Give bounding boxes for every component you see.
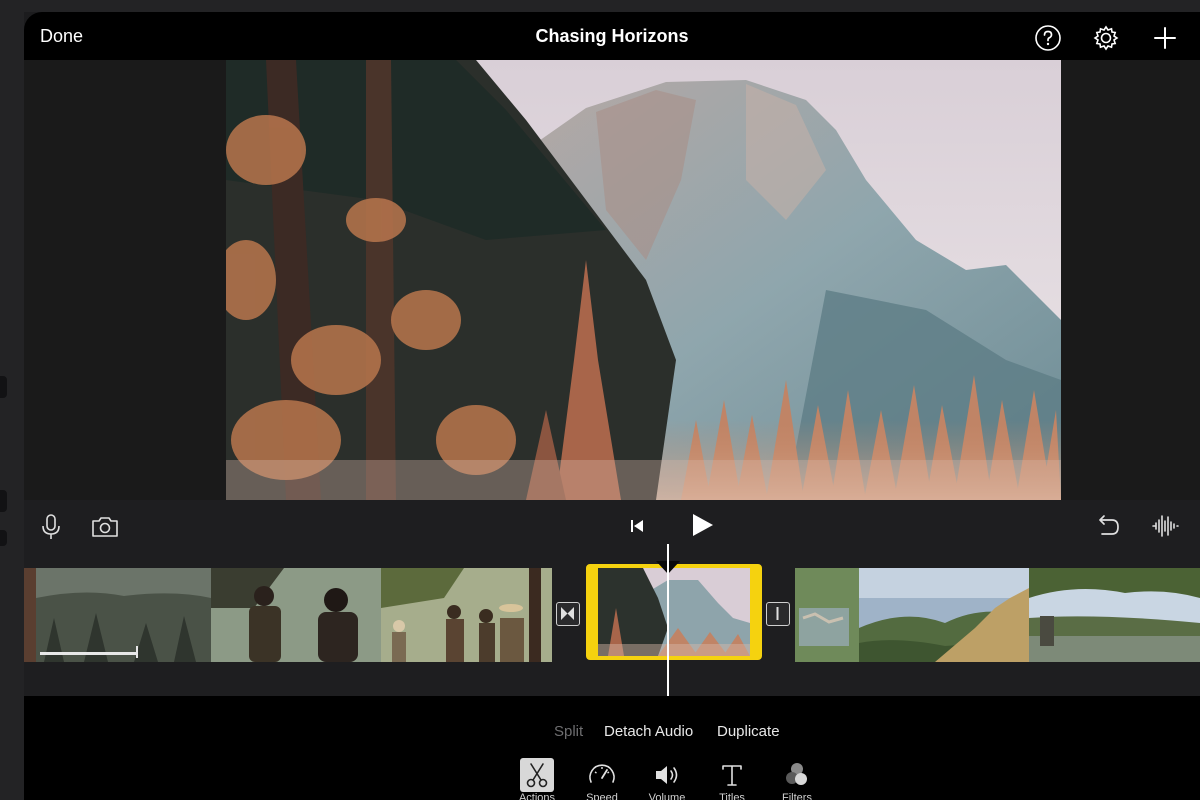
detach-audio-button[interactable]: Detach Audio [604, 723, 693, 740]
tab-volume[interactable]: Volume [639, 756, 695, 800]
bezel-button [0, 490, 7, 512]
tab-label: Volume [648, 792, 686, 800]
timeline-clip[interactable] [24, 568, 552, 662]
tab-filters[interactable]: Filters [769, 756, 825, 800]
selected-clip[interactable] [586, 564, 762, 660]
transition-icon[interactable] [556, 602, 580, 626]
timeline-toolbar [24, 500, 1200, 558]
bezel-button [0, 376, 7, 398]
timeline-clip[interactable] [795, 568, 1200, 662]
text-icon [715, 758, 749, 792]
transition-icon[interactable] [766, 602, 790, 626]
tab-label: Speed [586, 792, 618, 800]
tab-label: Actions [518, 792, 556, 800]
tab-label: Filters [782, 792, 812, 800]
camera-icon[interactable] [90, 512, 120, 542]
device-bezel-left [0, 0, 24, 800]
speedometer-icon [585, 758, 619, 792]
top-bar: Done Chasing Horizons [24, 12, 1200, 60]
device-bezel-top [0, 0, 1200, 12]
video-preview[interactable] [226, 60, 1061, 500]
viewer-area [24, 60, 1200, 500]
tab-titles[interactable]: Titles [704, 756, 760, 800]
speaker-icon [650, 758, 684, 792]
filters-icon [780, 758, 814, 792]
tab-label: Titles [719, 792, 745, 800]
actions-panel: Split Detach Audio Duplicate Actions Spe… [24, 696, 1200, 800]
settings-icon[interactable] [1092, 24, 1120, 52]
timeline [24, 544, 1200, 698]
app-screen: Done Chasing Horizons Split Detach Audio… [24, 12, 1200, 800]
tab-actions[interactable]: Actions [509, 756, 565, 800]
tab-speed[interactable]: Speed [574, 756, 630, 800]
split-button[interactable]: Split [554, 723, 583, 740]
project-title: Chasing Horizons [535, 26, 689, 46]
playhead[interactable] [667, 544, 669, 698]
audio-waveform-icon[interactable] [1150, 511, 1180, 541]
skip-to-start-icon[interactable] [623, 511, 653, 541]
duplicate-button[interactable]: Duplicate [717, 723, 780, 740]
microphone-icon[interactable] [36, 512, 66, 542]
help-icon[interactable] [1034, 24, 1062, 52]
scissors-icon [520, 758, 554, 792]
add-icon[interactable] [1151, 24, 1179, 52]
play-icon[interactable] [687, 510, 717, 540]
bezel-button [0, 530, 7, 546]
undo-icon[interactable] [1092, 511, 1122, 541]
